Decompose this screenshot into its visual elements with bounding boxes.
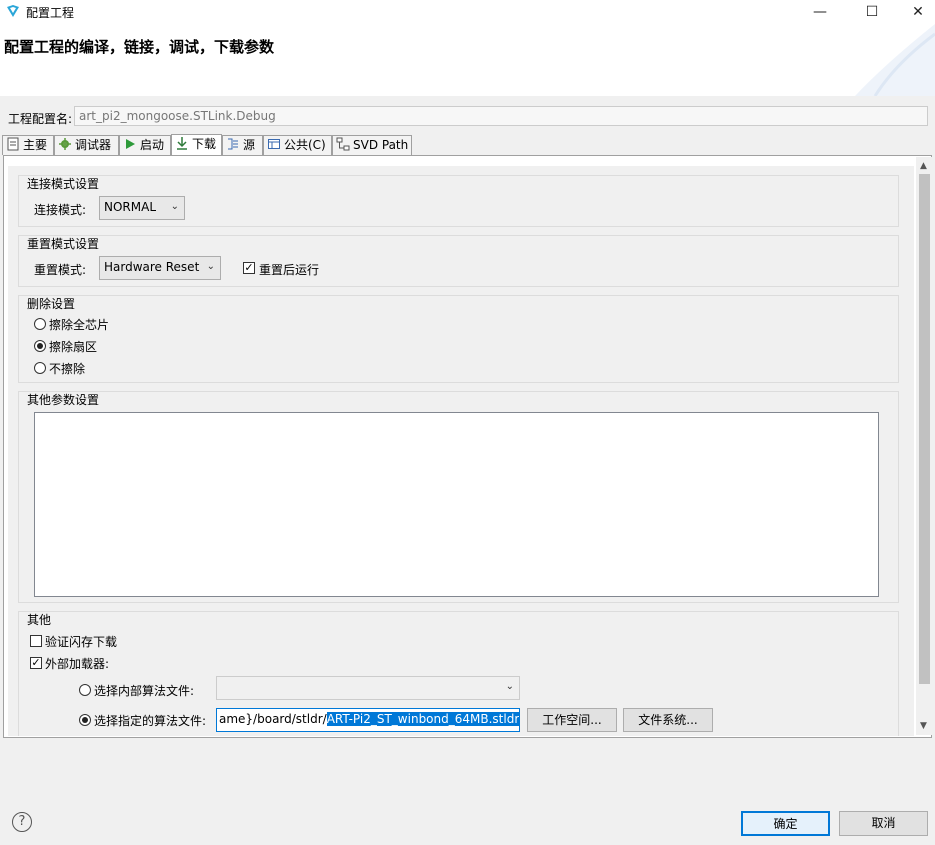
header-title: 配置工程的编译，链接，调试，下载参数 bbox=[4, 38, 275, 56]
tab-main[interactable]: 主要 bbox=[2, 135, 54, 155]
verify-flash-checkbox[interactable] bbox=[30, 635, 42, 647]
maximize-button[interactable]: ☐ bbox=[849, 0, 895, 24]
reset-mode-group: 重置模式设置 重置模式: Hardware Reset ⌄ ✓ 重置后运行 bbox=[18, 235, 899, 287]
other-params-textarea[interactable] bbox=[34, 412, 879, 597]
connect-mode-value: NORMAL bbox=[104, 200, 157, 214]
reset-mode-label: 重置模式: bbox=[34, 263, 87, 277]
tab-debugger[interactable]: 调试器 bbox=[54, 135, 119, 155]
window-title: 配置工程 bbox=[26, 6, 75, 20]
dialog-header: 配置工程的编译，链接，调试，下载参数 bbox=[0, 24, 935, 96]
scroll-up-icon[interactable]: ▲ bbox=[920, 161, 927, 171]
external-loader-checkbox[interactable]: ✓ bbox=[30, 657, 42, 669]
tab-label: 主要 bbox=[23, 138, 48, 152]
download-icon bbox=[177, 137, 187, 150]
scrollbar-thumb[interactable] bbox=[919, 174, 930, 684]
title-bar: 配置工程 — ☐ ✕ bbox=[0, 0, 935, 24]
erase-full-chip-label: 擦除全芯片 bbox=[49, 318, 110, 332]
verify-flash-label: 验证闪存下载 bbox=[45, 635, 118, 649]
table-icon bbox=[268, 139, 280, 149]
tree-icon bbox=[336, 137, 350, 151]
tab-label: 启动 bbox=[140, 138, 165, 152]
download-settings-content: 连接模式设置 连接模式: NORMAL ⌄ 重置模式设置 重置模式: Hardw… bbox=[8, 166, 914, 736]
workspace-button[interactable]: 工作空间... bbox=[527, 708, 617, 732]
document-icon bbox=[7, 137, 19, 151]
app-logo-icon bbox=[7, 5, 19, 17]
source-icon bbox=[228, 138, 238, 150]
run-after-reset-checkbox[interactable]: ✓ bbox=[243, 262, 255, 274]
run-after-reset-label: 重置后运行 bbox=[259, 263, 320, 277]
close-button[interactable]: ✕ bbox=[895, 0, 935, 24]
chevron-down-icon: ⌄ bbox=[505, 681, 514, 692]
erase-full-chip-radio[interactable] bbox=[34, 318, 46, 330]
chevron-down-icon: ⌄ bbox=[170, 201, 179, 212]
group-title: 重置模式设置 bbox=[27, 237, 100, 251]
reset-mode-select[interactable]: Hardware Reset ⌄ bbox=[99, 256, 221, 280]
group-title: 连接模式设置 bbox=[27, 177, 100, 191]
erase-sector-label: 擦除扇区 bbox=[49, 340, 98, 354]
ok-button[interactable]: 确定 bbox=[741, 811, 830, 836]
tab-download[interactable]: 下载 bbox=[171, 134, 222, 156]
tab-label: 源 bbox=[243, 138, 256, 152]
group-title: 其他 bbox=[27, 613, 52, 627]
internal-algo-label: 选择内部算法文件: bbox=[94, 684, 195, 698]
tab-startup[interactable]: 启动 bbox=[119, 135, 171, 155]
connect-mode-group: 连接模式设置 连接模式: NORMAL ⌄ bbox=[18, 175, 899, 227]
config-name-label: 工程配置名: bbox=[8, 112, 73, 126]
play-icon bbox=[126, 139, 135, 149]
header-decoration-icon bbox=[855, 24, 935, 96]
other-params-group: 其他参数设置 bbox=[18, 391, 899, 603]
config-name-field: art_pi2_mongoose.STLink.Debug bbox=[74, 106, 928, 126]
tab-source[interactable]: 源 bbox=[222, 135, 263, 155]
help-icon[interactable]: ? bbox=[12, 812, 32, 832]
custom-algo-label: 选择指定的算法文件: bbox=[94, 714, 207, 728]
erase-sector-radio[interactable] bbox=[34, 340, 46, 352]
no-erase-radio[interactable] bbox=[34, 362, 46, 374]
tab-label: 公共(C) bbox=[284, 138, 326, 152]
filesystem-button[interactable]: 文件系统... bbox=[623, 708, 713, 732]
tab-label: SVD Path bbox=[353, 138, 409, 152]
internal-algo-select[interactable]: ⌄ bbox=[216, 676, 520, 700]
cancel-button[interactable]: 取消 bbox=[839, 811, 928, 836]
internal-algo-radio[interactable] bbox=[79, 684, 91, 696]
connect-mode-select[interactable]: NORMAL ⌄ bbox=[99, 196, 185, 220]
algo-path-prefix: ame}/board/stldr/ bbox=[219, 712, 327, 726]
connect-mode-label: 连接模式: bbox=[34, 203, 87, 217]
scroll-down-icon[interactable]: ▼ bbox=[920, 721, 927, 731]
tab-common[interactable]: 公共(C) bbox=[263, 135, 332, 155]
custom-algo-radio[interactable] bbox=[79, 714, 91, 726]
chevron-down-icon: ⌄ bbox=[206, 261, 215, 272]
tab-label: 下载 bbox=[192, 137, 217, 151]
external-loader-label: 外部加载器: bbox=[45, 657, 110, 671]
gear-bug-icon bbox=[59, 138, 71, 150]
tab-svd-path[interactable]: SVD Path bbox=[332, 135, 412, 155]
custom-algo-path-input[interactable]: ame}/board/stldr/ART-Pi2_ST_winbond_64MB… bbox=[216, 708, 520, 732]
group-title: 删除设置 bbox=[27, 297, 76, 311]
algo-path-selected-text: ART-Pi2_ST_winbond_64MB.stldr bbox=[326, 712, 520, 726]
erase-settings-group: 删除设置 擦除全芯片 擦除扇区 不擦除 bbox=[18, 295, 899, 383]
tab-label: 调试器 bbox=[75, 138, 112, 152]
group-title: 其他参数设置 bbox=[27, 393, 100, 407]
misc-group: 其他 验证闪存下载 ✓ 外部加载器: 选择内部算法文件: ⌄ 选择指定的算法文件… bbox=[18, 611, 899, 736]
reset-mode-value: Hardware Reset bbox=[104, 260, 200, 274]
no-erase-label: 不擦除 bbox=[49, 362, 86, 376]
minimize-button[interactable]: — bbox=[797, 0, 843, 24]
